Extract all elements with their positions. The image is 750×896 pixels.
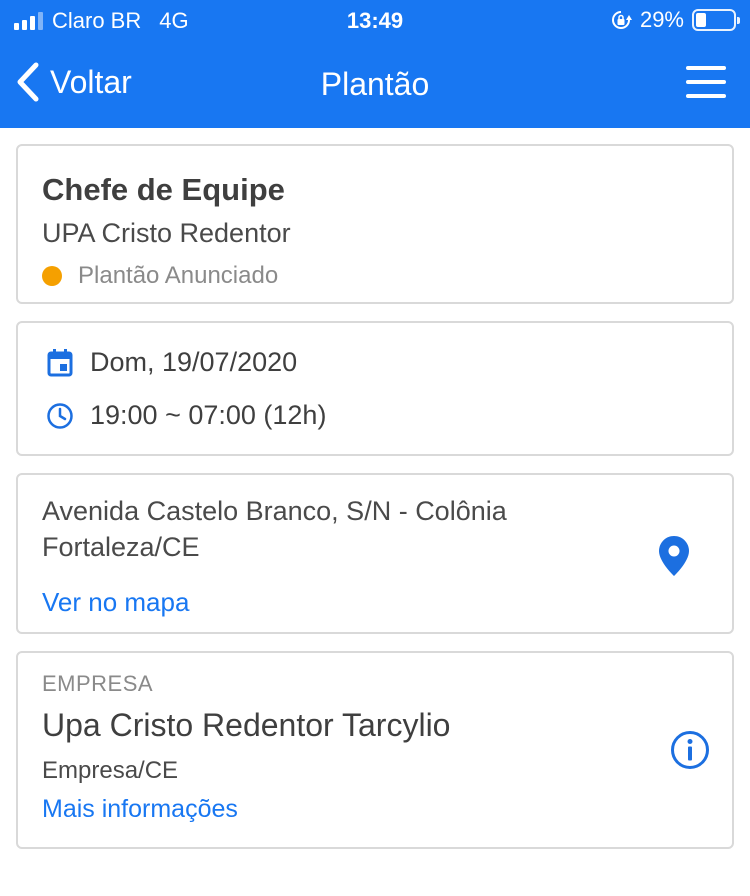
shift-time: 19:00 ~ 07:00 (12h)	[90, 400, 327, 430]
info-icon[interactable]	[670, 730, 710, 770]
time-row: 19:00 ~ 07:00 (12h)	[46, 400, 326, 431]
top-bar: Claro BR 4G 13:49 29% Voltar Plantão	[0, 0, 750, 128]
status-dot	[42, 266, 62, 286]
company-card: EMPRESA Upa Cristo Redentor Tarcylio Emp…	[16, 651, 734, 849]
status-bar: Claro BR 4G 13:49 29%	[0, 0, 750, 42]
orientation-lock-icon	[611, 11, 632, 29]
address-text: Avenida Castelo Branco, S/N - Colônia Fo…	[42, 493, 507, 565]
shift-status: Plantão Anunciado	[42, 262, 278, 290]
menu-icon[interactable]	[686, 66, 726, 100]
schedule-card: Dom, 19/07/2020 19:00 ~ 07:00 (12h)	[16, 321, 734, 456]
company-subtitle: Empresa/CE	[42, 757, 179, 784]
map-link[interactable]: Ver no mapa	[42, 587, 189, 618]
navigation-bar: Voltar Plantão	[0, 52, 750, 116]
calendar-icon	[47, 348, 73, 376]
battery-percent: 29%	[639, 7, 684, 32]
date-row: Dom, 19/07/2020	[46, 347, 297, 378]
map-pin-icon[interactable]	[658, 535, 690, 577]
clock-icon	[47, 402, 73, 429]
shift-status-label: Plantão Anunciado	[78, 262, 279, 289]
company-name: Upa Cristo Redentor Tarcylio	[42, 707, 451, 743]
shift-place: UPA Cristo Redentor	[42, 218, 291, 248]
address-line-2: Fortaleza/CE	[42, 532, 200, 562]
shift-card: Chefe de Equipe UPA Cristo Redentor Plan…	[16, 144, 734, 304]
shift-role: Chefe de Equipe	[42, 172, 285, 207]
page-title: Plantão	[320, 66, 430, 102]
more-info-link[interactable]: Mais informações	[42, 795, 238, 824]
battery-icon	[692, 9, 740, 31]
address-card: Avenida Castelo Branco, S/N - Colônia Fo…	[16, 473, 734, 634]
company-label: EMPRESA	[42, 671, 154, 696]
address-line-1: Avenida Castelo Branco, S/N - Colônia	[42, 496, 507, 526]
shift-date: Dom, 19/07/2020	[90, 347, 298, 377]
